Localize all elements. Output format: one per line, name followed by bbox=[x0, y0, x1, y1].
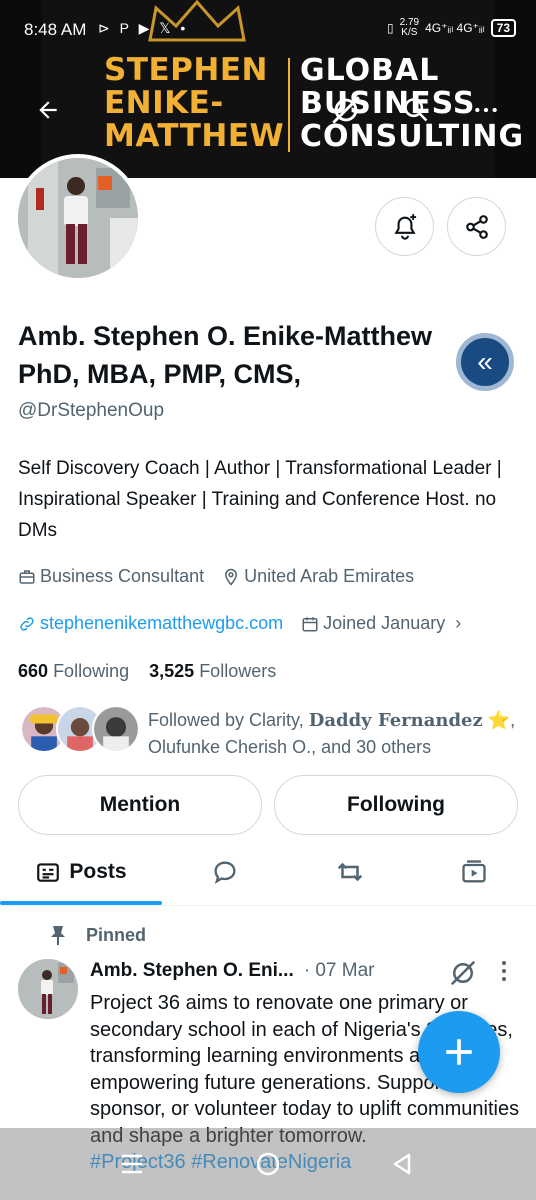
briefcase-icon bbox=[19, 569, 35, 584]
signal-icon: 4G⁺ᵢᵢₗ 4G⁺ᵢᵢₗ bbox=[425, 21, 485, 35]
home-button[interactable] bbox=[248, 1146, 288, 1182]
followers-count: 3,525 bbox=[149, 661, 195, 681]
notifications-button[interactable] bbox=[375, 197, 434, 256]
post-author-photo bbox=[18, 959, 78, 1019]
more-dots-icon bbox=[475, 107, 497, 113]
video-icon bbox=[462, 860, 486, 883]
profession-item: Business Consultant bbox=[18, 566, 204, 587]
followed-by-fancy-name: Daddy Fernandez bbox=[308, 710, 483, 731]
joined-text: Joined January bbox=[323, 613, 446, 633]
profession-text: Business Consultant bbox=[40, 566, 205, 586]
followed-by-text[interactable]: Followed by Clarity, Daddy Fernandez ⭐, … bbox=[148, 707, 518, 761]
following-label: Following bbox=[53, 661, 130, 681]
tab-posts-label: Posts bbox=[69, 860, 127, 883]
profile-tabs: Posts bbox=[0, 840, 536, 906]
vibrate-icon: ▯ bbox=[387, 21, 394, 35]
menu-lines-icon bbox=[122, 1154, 142, 1174]
post-grok-button[interactable] bbox=[448, 958, 478, 993]
post-author-avatar[interactable] bbox=[18, 959, 78, 1019]
network-speed: 2.79 K/S bbox=[400, 18, 419, 38]
triangle-back-icon bbox=[393, 1153, 411, 1175]
reply-bubble-icon bbox=[214, 861, 236, 884]
collapse-button[interactable]: « bbox=[456, 333, 514, 391]
profile-photo bbox=[18, 158, 138, 278]
plus-icon bbox=[446, 1039, 472, 1065]
share-icon bbox=[465, 214, 488, 239]
followed-by-rest: Olufunke Cherish O., and 30 others bbox=[148, 737, 432, 757]
compose-post-button[interactable] bbox=[418, 1011, 500, 1093]
tab-replies[interactable] bbox=[185, 840, 265, 904]
post-date: · 07 Mar bbox=[303, 960, 375, 981]
profile-name-credentials: PhD, MBA, PMP, CMS, bbox=[18, 359, 302, 389]
location-pin-icon bbox=[225, 568, 238, 586]
star-emoji: ⭐, bbox=[487, 710, 516, 730]
battery-icon: 73 bbox=[490, 19, 516, 37]
joined-item[interactable]: Joined January › bbox=[301, 613, 461, 634]
calendar-icon bbox=[302, 616, 318, 631]
more-options-button[interactable] bbox=[466, 90, 506, 130]
home-circle-icon bbox=[256, 1152, 280, 1176]
profile-name: Amb. Stephen O. Enike-Matthew bbox=[18, 321, 433, 351]
arrow-left-icon bbox=[39, 101, 57, 119]
profile-bio: Self Discovery Coach | Author | Transfor… bbox=[18, 458, 502, 541]
grok-icon bbox=[332, 96, 360, 124]
posts-icon bbox=[37, 863, 60, 882]
mention-button[interactable]: Mention bbox=[18, 775, 262, 835]
double-chevron-left-icon: « bbox=[477, 346, 493, 377]
tab-posts[interactable]: Posts bbox=[0, 840, 162, 905]
followed-by-prefix: Followed by Clarity, bbox=[148, 710, 304, 730]
pin-icon bbox=[51, 926, 65, 945]
profile-avatar[interactable] bbox=[14, 154, 142, 282]
link-icon bbox=[20, 616, 34, 631]
status-time: 8:48 AM bbox=[24, 20, 87, 39]
share-button[interactable] bbox=[447, 197, 506, 256]
system-navigation-bar bbox=[0, 1128, 536, 1200]
pinned-label: Pinned bbox=[86, 924, 147, 945]
system-back-button[interactable] bbox=[382, 1146, 422, 1182]
profile-handle: @DrStephenOup bbox=[18, 400, 165, 421]
network-speed-unit: K/S bbox=[401, 27, 418, 38]
banner-brand-left: STEPHEN ENIKE- MATTHEW bbox=[104, 54, 284, 153]
location-item: United Arab Emirates bbox=[222, 566, 414, 587]
tab-media[interactable] bbox=[434, 840, 514, 904]
status-bar: 8:48 AM ⊳ P ▶ 𝕏 • ▯ 2.79 K/S 4G⁺ᵢᵢₗ 4G⁺ᵢ… bbox=[0, 0, 536, 60]
active-tab-indicator bbox=[0, 901, 162, 905]
followed-by-avatars[interactable] bbox=[20, 705, 140, 755]
post-author-name[interactable]: Amb. Stephen O. Eni... bbox=[90, 960, 294, 982]
back-button[interactable] bbox=[28, 90, 68, 130]
banner-divider bbox=[288, 58, 290, 152]
following-button[interactable]: Following bbox=[274, 775, 518, 835]
vertical-dots-icon bbox=[502, 961, 506, 981]
tab-reposts[interactable] bbox=[310, 840, 390, 904]
search-icon bbox=[404, 98, 428, 122]
repost-icon bbox=[337, 862, 363, 882]
following-count: 660 bbox=[18, 661, 49, 681]
profile-banner[interactable]: STEPHEN ENIKE- MATTHEW GLOBAL BUSINESS C… bbox=[0, 0, 536, 178]
recent-apps-button[interactable] bbox=[112, 1146, 152, 1182]
location-text: United Arab Emirates bbox=[244, 566, 415, 586]
banner-left-line2: ENIKE- bbox=[104, 85, 224, 121]
bell-plus-icon bbox=[393, 213, 416, 240]
status-right: ▯ 2.79 K/S 4G⁺ᵢᵢₗ 4G⁺ᵢᵢₗ 73 bbox=[387, 18, 516, 38]
search-button[interactable] bbox=[396, 90, 436, 130]
website-link[interactable]: stephenenikematthewgbc.com bbox=[40, 613, 283, 634]
notification-icons: ⊳ P ▶ 𝕏 • bbox=[98, 20, 189, 36]
follow-counts: 660 Following 3,525 Followers bbox=[18, 661, 276, 682]
followers-label: Followers bbox=[199, 661, 277, 681]
post-menu-button[interactable] bbox=[494, 958, 514, 990]
pinned-indicator: Pinned bbox=[48, 924, 146, 946]
chevron-right-icon: › bbox=[455, 613, 462, 633]
banner-left-line3: MATTHEW bbox=[104, 118, 285, 154]
website-item[interactable]: stephenenikematthewgbc.com bbox=[18, 613, 283, 634]
grok-icon bbox=[450, 960, 476, 986]
following-link[interactable]: 660 Following bbox=[18, 661, 129, 681]
profile-meta-row-2: stephenenikematthewgbc.com Joined Januar… bbox=[18, 613, 479, 634]
profile-meta-row: Business Consultant United Arab Emirates bbox=[18, 566, 432, 587]
followers-link[interactable]: 3,525 Followers bbox=[149, 661, 276, 681]
grok-button[interactable] bbox=[326, 90, 366, 130]
follower-avatar bbox=[92, 705, 140, 753]
